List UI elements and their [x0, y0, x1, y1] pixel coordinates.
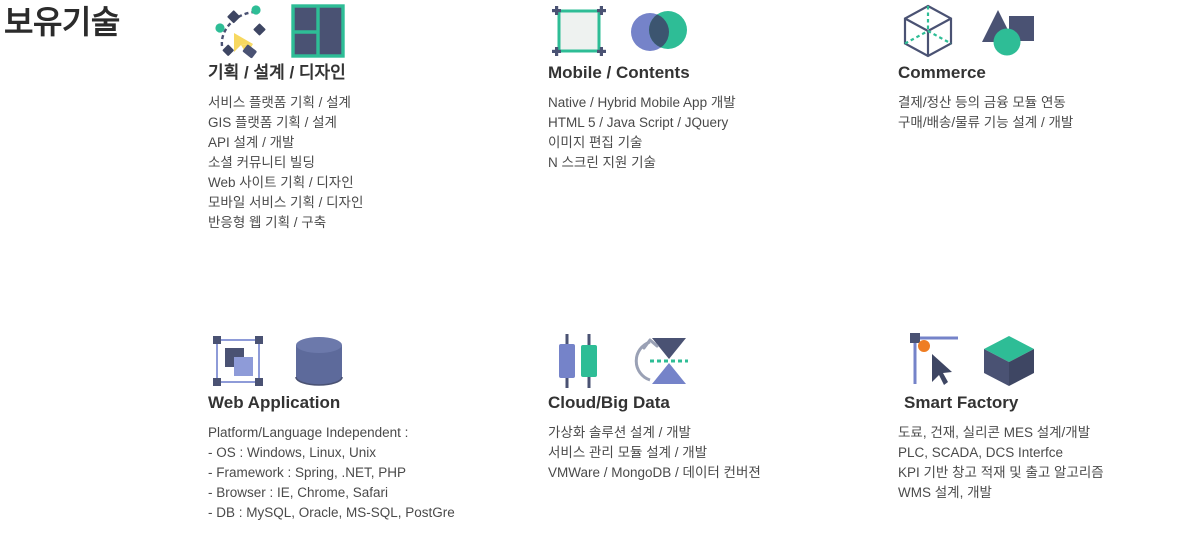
list-item: - Framework : Spring, .NET, PHP: [208, 465, 407, 480]
section-cloud-big-data: Cloud/Big Data 가상화 솔루션 설계 / 개발 서비스 관리 모듈…: [540, 330, 890, 483]
list-item: HTML 5 / Java Script / JQuery: [548, 115, 729, 130]
wireframe-cube-icon: [898, 2, 960, 60]
section-title: Commerce: [898, 63, 986, 82]
section-icons: [540, 0, 890, 62]
list-item: 구매/배송/물류 기능 설계 / 개발: [898, 115, 1074, 130]
section-item-list: 서비스 플랫폼 기획 / 설계 GIS 플랫폼 기획 / 설계 API 설계 /…: [208, 93, 550, 233]
section-web-application: Web Application Platform/Language Indepe…: [200, 330, 550, 523]
database-cylinder-icon: [288, 332, 350, 390]
section-commerce: Commerce 결제/정산 등의 금융 모듈 연동 구매/배송/물류 기능 설…: [890, 0, 1185, 133]
section-planning-design: 기획 / 설계 / 디자인 서비스 플랫폼 기획 / 설계 GIS 플랫폼 기획…: [200, 0, 550, 233]
list-item: 모바일 서비스 기획 / 디자인: [208, 195, 364, 210]
list-item: - OS : Windows, Linux, Unix: [208, 445, 377, 460]
guides-cursor-icon: [898, 332, 960, 390]
list-item: 가상화 솔루션 설계 / 개발: [548, 425, 691, 440]
venn-circles-icon: [628, 2, 690, 60]
list-item: 서비스 플랫폼 기획 / 설계: [208, 95, 351, 110]
list-item: API 설계 / 개발: [208, 135, 295, 150]
list-item: PLC, SCADA, DCS Interfce: [898, 445, 1064, 460]
list-item: Native / Hybrid Mobile App 개발: [548, 95, 736, 110]
section-title: Smart Factory: [904, 393, 1019, 412]
section-item-list: Platform/Language Independent : - OS : W…: [208, 423, 550, 523]
solid-cube-icon: [978, 332, 1040, 390]
list-item: Platform/Language Independent :: [208, 425, 409, 440]
flip-transform-icon: [628, 332, 690, 390]
list-item: GIS 플랫폼 기획 / 설계: [208, 115, 337, 130]
list-item: Web 사이트 기획 / 디자인: [208, 175, 354, 190]
section-mobile-contents: Mobile / Contents Native / Hybrid Mobile…: [540, 0, 890, 173]
selection-frame-icon: [548, 2, 610, 60]
list-item: WMS 설계, 개발: [898, 485, 992, 500]
pen-tool-icon: [208, 2, 270, 60]
skills-grid: 보유기술 기획 / 설계 / 디자인 서비스 플랫폼 기획 / 설계 GIS 플…: [0, 0, 1185, 539]
section-smart-factory: Smart Factory 도료, 건재, 실리콘 MES 설계/개발 PLC,…: [890, 330, 1185, 503]
page-title: 보유기술: [4, 4, 120, 40]
section-icons: [200, 0, 550, 62]
section-icons: [890, 330, 1185, 392]
group-select-icon: [208, 332, 270, 390]
list-item: 반응형 웹 기획 / 구축: [208, 215, 327, 230]
list-item: 소셜 커뮤니티 빌딩: [208, 155, 315, 170]
list-item: N 스크린 지원 기술: [548, 155, 656, 170]
section-icons: [540, 330, 890, 392]
list-item: KPI 기반 창고 적재 및 출고 알고리즘: [898, 465, 1104, 480]
candlestick-icon: [548, 332, 610, 390]
wireframe-layout-icon: [288, 2, 350, 60]
list-item: 도료, 건재, 실리콘 MES 설계/개발: [898, 425, 1091, 440]
list-item: 이미지 편집 기술: [548, 135, 643, 150]
shapes-icon: [978, 2, 1040, 60]
list-item: 서비스 관리 모듈 설계 / 개발: [548, 445, 708, 460]
section-icons: [200, 330, 550, 392]
list-item: VMWare / MongoDB / 데이터 컨버젼: [548, 465, 761, 480]
list-item: 결제/정산 등의 금융 모듈 연동: [898, 95, 1066, 110]
list-item: - DB : MySQL, Oracle, MS-SQL, PostGre: [208, 505, 455, 520]
section-item-list: 결제/정산 등의 금융 모듈 연동 구매/배송/물류 기능 설계 / 개발: [898, 93, 1185, 133]
section-item-list: Native / Hybrid Mobile App 개발 HTML 5 / J…: [548, 93, 890, 173]
section-title: 기획 / 설계 / 디자인: [208, 63, 346, 82]
list-item: - Browser : IE, Chrome, Safari: [208, 485, 389, 500]
section-title: Mobile / Contents: [548, 63, 690, 82]
section-item-list: 가상화 솔루션 설계 / 개발 서비스 관리 모듈 설계 / 개발 VMWare…: [548, 423, 890, 483]
section-title: Cloud/Big Data: [548, 393, 670, 412]
section-item-list: 도료, 건재, 실리콘 MES 설계/개발 PLC, SCADA, DCS In…: [898, 423, 1185, 503]
section-title: Web Application: [208, 393, 341, 412]
section-icons: [890, 0, 1185, 62]
